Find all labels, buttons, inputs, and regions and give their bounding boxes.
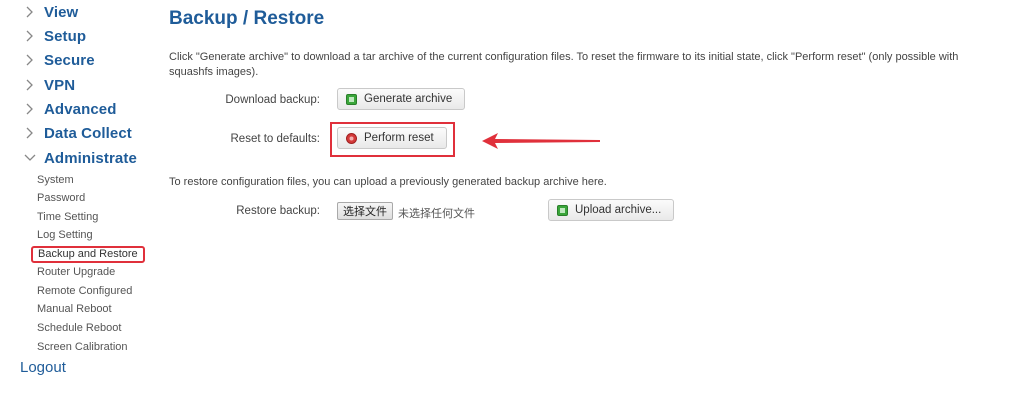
perform-reset-label: Perform reset bbox=[364, 132, 434, 144]
generate-archive-label: Generate archive bbox=[364, 93, 453, 105]
arrow-annotation-icon bbox=[482, 133, 600, 149]
subnav-remote-configured[interactable]: Remote Configured bbox=[37, 283, 132, 299]
perform-reset-button[interactable]: Perform reset bbox=[337, 127, 447, 149]
generate-archive-button[interactable]: Generate archive bbox=[337, 88, 466, 110]
restore-backup-label: Restore backup: bbox=[236, 205, 320, 217]
chevron-right-icon bbox=[22, 125, 38, 141]
sidebar: View Setup Secure VPN Advanced Data Coll… bbox=[0, 0, 160, 403]
chevron-down-icon bbox=[22, 150, 38, 166]
upload-archive-button[interactable]: Upload archive... bbox=[548, 199, 675, 221]
subnav-schedule-reboot[interactable]: Schedule Reboot bbox=[37, 320, 121, 336]
subnav-system[interactable]: System bbox=[37, 172, 74, 188]
subnav-password[interactable]: Password bbox=[37, 190, 85, 206]
download-backup-label: Download backup: bbox=[225, 94, 320, 106]
nav-label: VPN bbox=[44, 76, 76, 94]
nav-item-secure[interactable]: Secure bbox=[22, 49, 95, 71]
archive-icon bbox=[346, 93, 357, 105]
backup-description: Click "Generate archive" to download a t… bbox=[169, 51, 959, 78]
chevron-right-icon bbox=[22, 4, 38, 20]
nav-label: Secure bbox=[44, 51, 95, 69]
chevron-right-icon bbox=[22, 28, 38, 44]
page-title: Backup / Restore bbox=[169, 8, 325, 29]
upload-archive-label: Upload archive... bbox=[575, 204, 662, 216]
subnav-router-upgrade[interactable]: Router Upgrade bbox=[37, 264, 115, 280]
subnav-log-setting[interactable]: Log Setting bbox=[37, 227, 93, 243]
nav-item-view[interactable]: View bbox=[22, 1, 78, 23]
nav-label: Administrate bbox=[44, 149, 137, 167]
nav-label: Advanced bbox=[44, 100, 117, 118]
nav-item-data-collect[interactable]: Data Collect bbox=[22, 122, 132, 144]
chevron-right-icon bbox=[22, 77, 38, 93]
nav-label: Data Collect bbox=[44, 124, 132, 142]
subnav-time-setting[interactable]: Time Setting bbox=[37, 209, 98, 225]
reset-defaults-label: Reset to defaults: bbox=[230, 133, 321, 145]
chevron-right-icon bbox=[22, 52, 38, 68]
subnav-screen-calibration[interactable]: Screen Calibration bbox=[37, 339, 128, 355]
reset-icon bbox=[346, 132, 357, 144]
nav-item-advanced[interactable]: Advanced bbox=[22, 98, 117, 120]
nav-item-setup[interactable]: Setup bbox=[22, 25, 86, 47]
upload-icon bbox=[557, 204, 568, 216]
chevron-right-icon bbox=[22, 101, 38, 117]
restore-description: To restore configuration files, you can … bbox=[169, 176, 607, 188]
subnav-manual-reboot[interactable]: Manual Reboot bbox=[37, 301, 112, 317]
nav-item-vpn[interactable]: VPN bbox=[22, 74, 75, 96]
logout-link[interactable]: Logout bbox=[20, 359, 66, 376]
nav-label: Setup bbox=[44, 27, 87, 45]
file-status-text: 未选择任何文件 bbox=[398, 208, 475, 220]
nav-item-administrate[interactable]: Administrate bbox=[22, 147, 137, 169]
nav-label: View bbox=[44, 3, 79, 21]
subnav-backup-and-restore[interactable]: Backup and Restore bbox=[31, 246, 145, 263]
choose-file-button[interactable]: 选择文件 bbox=[337, 202, 393, 220]
